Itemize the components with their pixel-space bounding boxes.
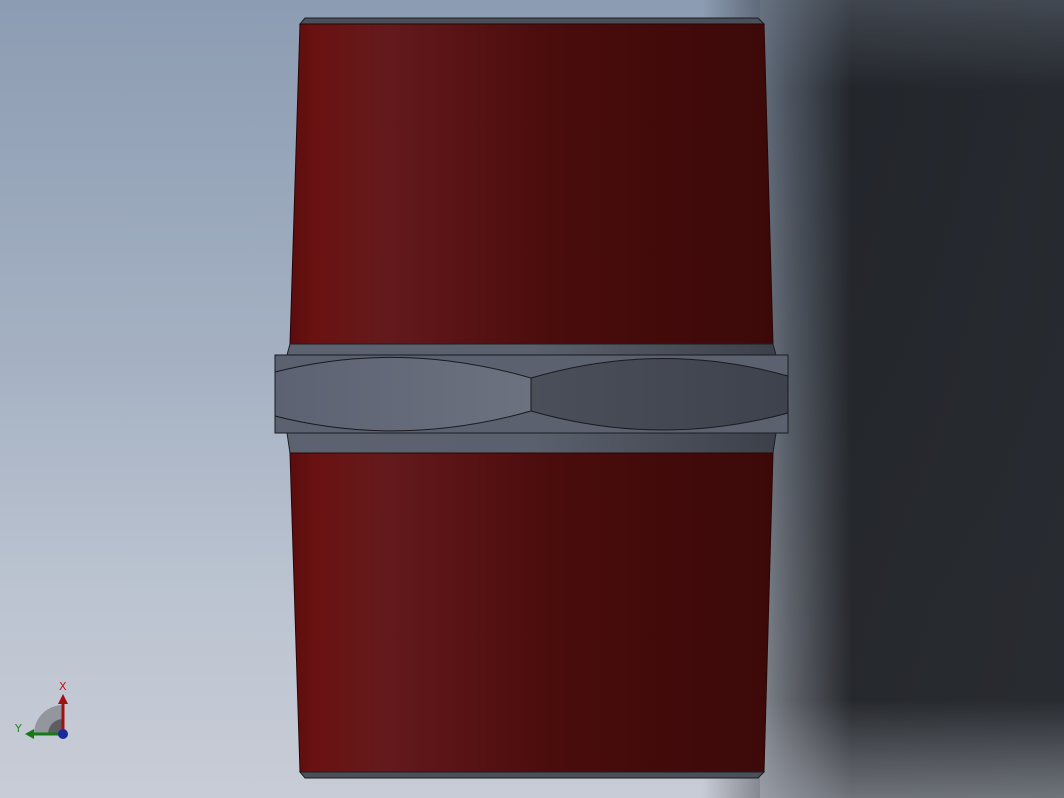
lower-pipe-thread[interactable] bbox=[289, 452, 774, 773]
triad-axes-icon bbox=[25, 694, 68, 739]
graphics-viewport[interactable]: X Y bbox=[0, 0, 1064, 798]
hex-nipple-model[interactable] bbox=[0, 0, 1064, 798]
triad-y-label: Y bbox=[15, 722, 22, 735]
bottom-thread-rim[interactable] bbox=[298, 771, 766, 779]
reference-triad: X Y bbox=[12, 678, 82, 748]
upper-collar[interactable] bbox=[286, 343, 777, 356]
upper-pipe-thread[interactable] bbox=[289, 23, 774, 345]
top-thread-rim[interactable] bbox=[298, 17, 766, 25]
triad-x-label: X bbox=[59, 680, 67, 693]
hex-face-right[interactable] bbox=[530, 358, 789, 431]
lower-collar[interactable] bbox=[286, 432, 777, 454]
hex-face-left[interactable] bbox=[274, 356, 532, 432]
